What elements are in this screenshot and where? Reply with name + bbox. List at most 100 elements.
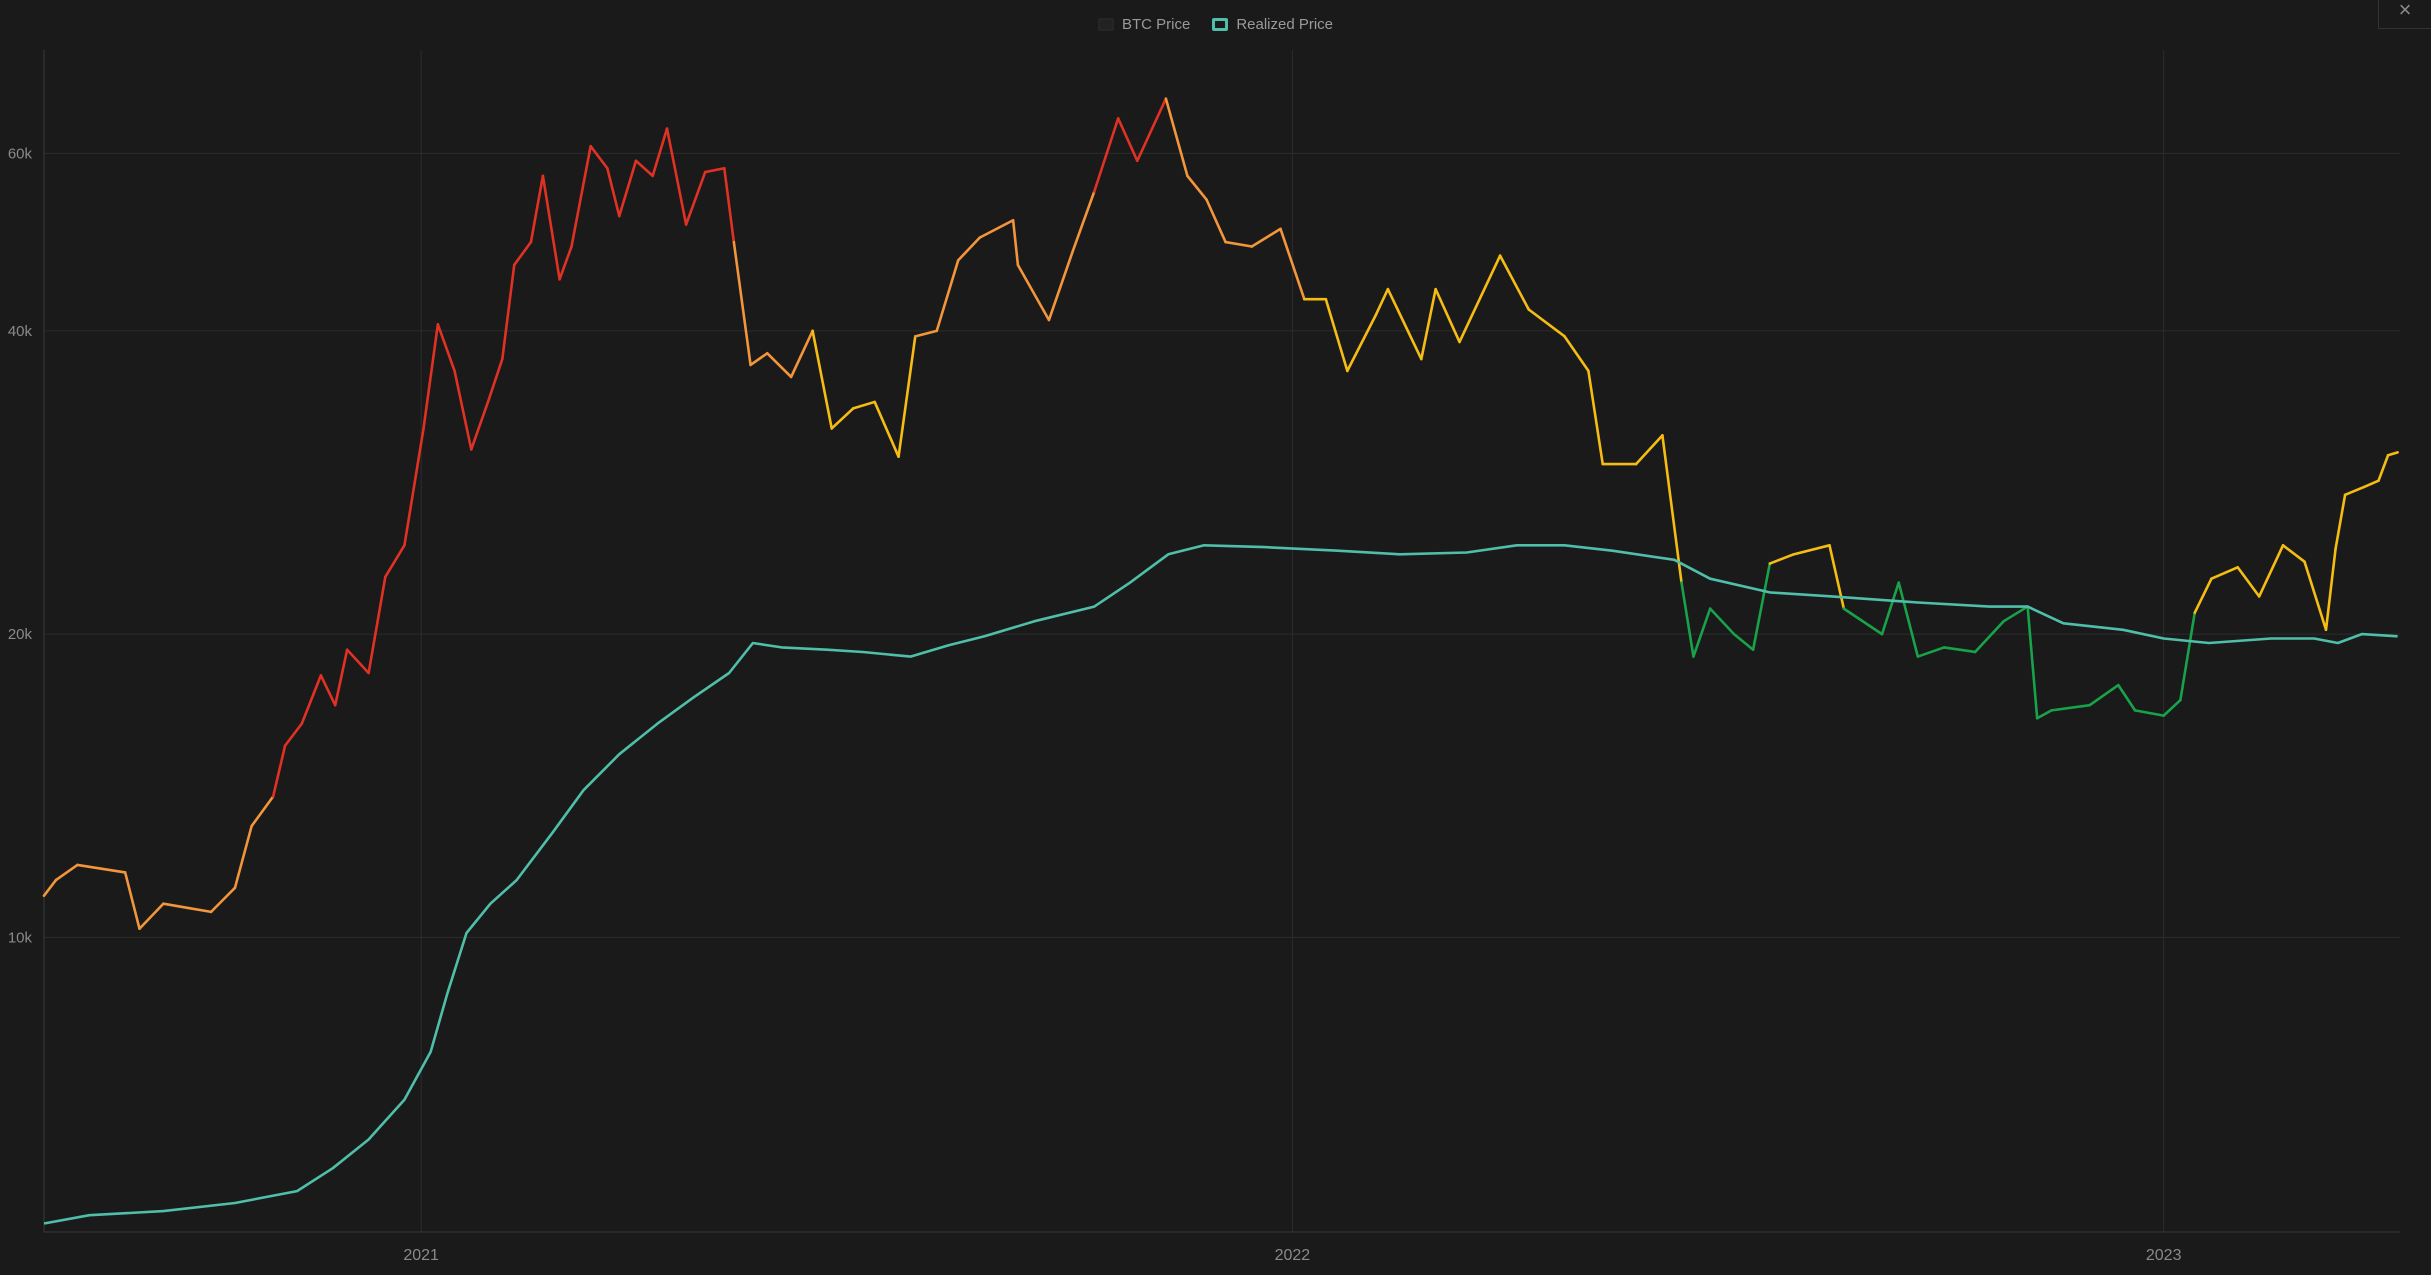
realized-price-line bbox=[43, 544, 2398, 1225]
btc-price-segment bbox=[811, 329, 834, 430]
legend: BTC Price Realized Price bbox=[0, 16, 2431, 33]
btc-price-segment bbox=[897, 335, 917, 459]
btc-price-segment bbox=[333, 648, 349, 707]
btc-price-segment bbox=[1224, 240, 1254, 248]
btc-price-segment bbox=[2193, 577, 2213, 615]
btc-price-segment bbox=[1527, 308, 1566, 338]
series-layer bbox=[42, 97, 2399, 1225]
btc-price-segment bbox=[1897, 581, 1920, 658]
btc-price-segment bbox=[529, 174, 545, 244]
btc-price-segment bbox=[1563, 335, 1590, 373]
btc-price-segment bbox=[749, 351, 769, 367]
btc-price-segment bbox=[956, 236, 982, 262]
y-tick-label: 60k bbox=[8, 145, 33, 162]
btc-price-segment bbox=[1828, 544, 1846, 610]
legend-item-btc-price[interactable]: BTC Price bbox=[1097, 16, 1191, 33]
btc-price-segment bbox=[1092, 117, 1120, 193]
btc-price-segment bbox=[1880, 581, 1901, 636]
btc-price-segment bbox=[1973, 619, 2006, 654]
btc-price-segment bbox=[54, 863, 79, 882]
btc-price-segment bbox=[1374, 287, 1390, 317]
btc-price-segment bbox=[271, 744, 287, 798]
btc-price-segment bbox=[935, 258, 960, 333]
btc-price-segment bbox=[541, 174, 561, 281]
btc-price-segment bbox=[469, 400, 490, 451]
btc-price-segment bbox=[233, 824, 253, 890]
btc-price-segment bbox=[1016, 263, 1051, 322]
btc-price-segment bbox=[2088, 683, 2120, 707]
btc-price-segment bbox=[2362, 479, 2380, 489]
btc-price-segment bbox=[345, 648, 370, 675]
btc-price-segment bbox=[1842, 607, 1884, 636]
btc-price-segment bbox=[570, 144, 592, 248]
btc-price-segment bbox=[209, 886, 237, 914]
legend-label-realized-price: Realized Price bbox=[1236, 16, 1334, 33]
btc-price-segment bbox=[42, 878, 58, 897]
btc-price-segment bbox=[2117, 683, 2137, 712]
btc-price-segment bbox=[1751, 562, 1772, 651]
close-button[interactable]: × bbox=[2378, 0, 2431, 29]
btc-price-segment bbox=[76, 863, 103, 870]
btc-price-segment bbox=[283, 722, 304, 747]
x-tick-label: 2021 bbox=[403, 1247, 439, 1264]
btc-price-segment bbox=[1205, 198, 1227, 244]
btc-price-segment bbox=[703, 166, 726, 174]
btc-price-segment bbox=[1792, 544, 1831, 556]
btc-price-segment bbox=[486, 357, 504, 404]
btc-price-segment bbox=[300, 674, 323, 725]
btc-price-segment bbox=[1250, 227, 1282, 248]
btc-price-segment bbox=[665, 127, 688, 226]
btc-price-segment bbox=[606, 166, 621, 218]
btc-price-segment bbox=[185, 906, 213, 914]
btc-price-segment bbox=[2035, 709, 2053, 720]
btc-price-segment bbox=[589, 144, 609, 170]
btc-price-segment bbox=[319, 674, 337, 707]
btc-price-segment bbox=[1346, 313, 1378, 373]
btc-price-segment bbox=[384, 544, 406, 579]
btc-price-segment bbox=[651, 127, 669, 178]
btc-price-segment bbox=[1916, 646, 1946, 658]
btc-price-segment bbox=[1692, 607, 1712, 658]
y-tick-label: 40k bbox=[8, 323, 33, 340]
btc-price-segment bbox=[2334, 493, 2347, 551]
btc-price-segment bbox=[1708, 607, 1736, 636]
legend-item-realized-price[interactable]: Realized Price bbox=[1212, 16, 1333, 33]
btc-price-segment bbox=[684, 170, 707, 226]
y-tick-label: 10k bbox=[8, 929, 33, 946]
btc-price-segment bbox=[99, 867, 127, 874]
btc-price-segment bbox=[913, 329, 939, 338]
btc-price-segment bbox=[1434, 287, 1461, 344]
btc-price-segment bbox=[1071, 190, 1096, 253]
btc-price-segment bbox=[1732, 632, 1755, 651]
btc-price-segment bbox=[138, 902, 165, 931]
btc-price-segment bbox=[873, 400, 900, 459]
legend-label-btc-price: BTC Price bbox=[1121, 16, 1191, 33]
btc-price-segment bbox=[2050, 703, 2091, 712]
btc-price-segment bbox=[978, 218, 1015, 239]
btc-price-segment bbox=[617, 159, 638, 218]
x-tick-label: 2023 bbox=[2146, 1247, 2182, 1264]
x-tick-label: 2022 bbox=[1275, 1247, 1311, 1264]
btc-price-segment bbox=[1420, 287, 1437, 361]
btc-price-segment bbox=[1047, 249, 1075, 322]
btc-price-segment bbox=[2026, 605, 2039, 720]
btc-price-segment bbox=[1458, 254, 1502, 344]
btc-price-segment bbox=[723, 166, 736, 244]
btc-price-segment bbox=[512, 240, 533, 267]
btc-price-segment bbox=[1498, 254, 1531, 311]
btc-price-segment bbox=[789, 329, 814, 379]
grid-layer bbox=[43, 50, 2400, 1233]
btc-price-segment bbox=[123, 871, 141, 931]
btc-price-segment bbox=[1386, 287, 1423, 361]
btc-price-segment bbox=[1680, 581, 1695, 658]
btc-price-segment bbox=[2133, 709, 2165, 717]
btc-price-segment bbox=[1135, 97, 1168, 163]
y-tick-label: 20k bbox=[8, 626, 33, 643]
btc-price-segment bbox=[1768, 553, 1795, 565]
close-icon: × bbox=[2398, 0, 2412, 22]
btc-price-segment bbox=[765, 351, 793, 379]
btc-price-segment bbox=[1011, 218, 1020, 267]
btc-price-segment bbox=[367, 575, 387, 675]
btc-price-segment bbox=[453, 369, 473, 451]
btc-price-segment bbox=[2257, 544, 2285, 598]
